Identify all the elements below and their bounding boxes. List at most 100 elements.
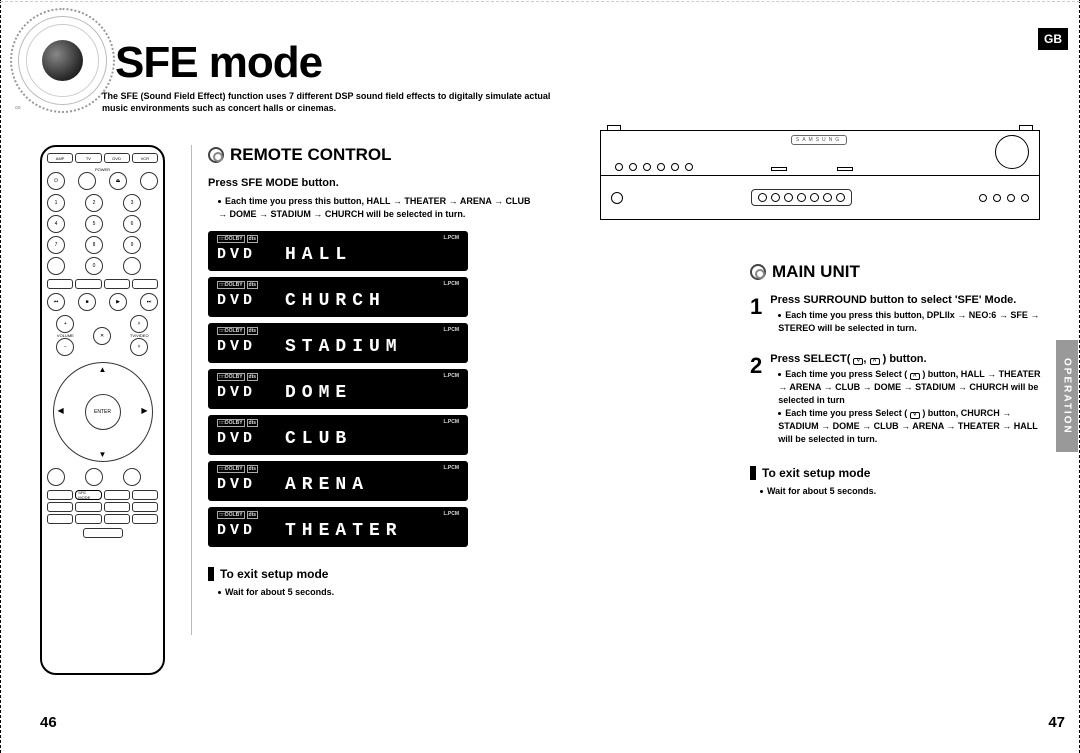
remote-btn-exit (85, 468, 103, 486)
unit-jack-1 (979, 194, 987, 202)
s2-key: SELECT (803, 353, 846, 365)
lpcm-label: L.PCM (443, 327, 459, 335)
s2b2-prefix: Each time you press Select ( (785, 408, 910, 418)
remote-num-8: 8 (85, 236, 103, 254)
step-2: 2 Press SELECT( ˅, ˄ ) button. Each time… (750, 353, 1050, 446)
step2-body-down: Each time you press Select ( ˅ ) button,… (778, 407, 1050, 446)
lcd-prefix: DVD (217, 519, 275, 543)
page-title: SFE mode (115, 38, 322, 88)
unit-jack-4 (1021, 194, 1029, 202)
page-number-right: 47 (1048, 714, 1065, 731)
remote-exit-heading: To exit setup mode (208, 567, 538, 581)
bullet-dot-icon (778, 373, 781, 376)
step2-heading: Press SELECT( ˅, ˄ ) button. (770, 353, 1050, 365)
remote-vol-up: + (56, 315, 74, 333)
remote-ch-up: ˄ (130, 315, 148, 333)
remote-btn-amp: AMP (47, 153, 73, 163)
lcd-stadium: □□DOLBYdtsL.PCM DVDSTADIUM (208, 323, 468, 363)
lcd-prefix: DVD (217, 289, 275, 313)
lcd-text: CHURCH (285, 289, 459, 313)
main-unit-heading: MAIN UNIT (750, 262, 1050, 282)
bullet-dot-icon (218, 200, 221, 203)
remote-btn-row3-d (132, 514, 158, 524)
bullet-dot-icon (760, 490, 763, 493)
remote-btn-row2-b (75, 502, 101, 512)
dpad-up-icon: ▲ (99, 365, 107, 374)
chevron-up-icon: ˄ (870, 358, 880, 365)
lcd-church: □□DOLBYdtsL.PCM DVDCHURCH (208, 277, 468, 317)
s1-prefix: Press (770, 294, 803, 306)
unit-bottom-panel (600, 175, 1040, 220)
remote-num-6: 6 (123, 215, 141, 233)
unit-brand-label: SAMSUNG (791, 135, 847, 145)
dpad-right-icon: ▶ (141, 406, 147, 415)
lcd-prefix: DVD (217, 427, 275, 451)
remote-vol-down: − (56, 338, 74, 356)
remote-num-3: 3 (123, 194, 141, 212)
lcd-text: DOME (285, 381, 459, 405)
unit-top-panel: SAMSUNG (600, 130, 1040, 175)
language-badge: GB (1038, 28, 1068, 50)
mainunit-exit-heading: To exit setup mode (750, 466, 1050, 480)
bullet-dot-icon (778, 412, 781, 415)
remote-btn-row2-d (132, 502, 158, 512)
remote-btn-tx (83, 528, 123, 538)
chevron-up-icon: ˄ (910, 373, 920, 380)
s2-suffix: ) button. (880, 353, 927, 365)
step-1: 1 Press SURROUND button to select 'SFE' … (750, 294, 1050, 335)
speaker-graphic: ∞ (10, 8, 115, 113)
mainunit-exit-note: Wait for about 5 seconds. (760, 486, 1050, 496)
remote-exit-note: Wait for about 5 seconds. (218, 587, 538, 597)
page-subtitle: The SFE (Sound Field Effect) function us… (102, 90, 572, 114)
remote-instruction: Press SFE MODE button. (208, 177, 538, 189)
manual-spread: GB ∞ SFE mode The SFE (Sound Field Effec… (0, 0, 1080, 753)
lcd-club: □□DOLBYdtsL.PCM DVDCLUB (208, 415, 468, 455)
instr-key: SFE MODE (241, 177, 298, 189)
bullet-icon (750, 264, 766, 280)
lpcm-label: L.PCM (443, 281, 459, 289)
step1-heading: Press SURROUND button to select 'SFE' Mo… (770, 294, 1050, 306)
main-unit-heading-text: MAIN UNIT (772, 262, 860, 282)
remote-btn-row3-b (75, 514, 101, 524)
remote-btn-row3-a (47, 514, 73, 524)
remote-btn-dvd-power (78, 172, 96, 190)
lcd-arena: □□DOLBYdtsL.PCM DVDARENA (208, 461, 468, 501)
unit-power-button (611, 192, 623, 204)
remote-btn-next: ⏭ (140, 293, 158, 311)
remote-num-1: 1 (47, 194, 65, 212)
lcd-text: HALL (285, 243, 459, 267)
lcd-text: THEATER (285, 519, 459, 543)
bullet-dot-icon (778, 314, 781, 317)
mainunit-exit-note-text: Wait for about 5 seconds. (767, 486, 876, 496)
remote-source-row: AMP TV DVD VCR (47, 153, 158, 163)
remote-btn-row2-c (104, 502, 130, 512)
lcd-prefix: DVD (217, 335, 275, 359)
remote-num-5: 5 (85, 215, 103, 233)
lcd-text: STADIUM (285, 335, 459, 359)
remote-ch-down: ˅ (130, 338, 148, 356)
page-number-left: 46 (40, 714, 57, 731)
bullet-dot-icon (218, 591, 221, 594)
remote-num-2: 2 (85, 194, 103, 212)
lpcm-label: L.PCM (443, 419, 459, 427)
column-divider (191, 145, 192, 635)
lcd-hall: □□DOLBYdtsL.PCM DVDHALL (208, 231, 468, 271)
remote-btn-info (47, 468, 65, 486)
remote-bullet: Each time you press this button, HALL → … (218, 195, 538, 221)
remote-num-7: 7 (47, 236, 65, 254)
remote-btn-row3-c (104, 514, 130, 524)
chevron-down-icon: ˅ (853, 358, 863, 365)
s2-mid: ( (847, 353, 854, 365)
remote-btn-row1-d (132, 490, 158, 500)
dpad-left-icon: ◀ (58, 406, 64, 415)
remote-btn-a (47, 279, 73, 289)
remote-btn-memory (123, 468, 141, 486)
instr-suffix: button. (298, 177, 338, 189)
remote-btn-enter: ENTER (85, 394, 121, 430)
s2-prefix: Press (770, 353, 803, 365)
lcd-dome: □□DOLBYdtsL.PCM DVDDOME (208, 369, 468, 409)
lpcm-label: L.PCM (443, 373, 459, 381)
remote-btn-stop: ■ (78, 293, 96, 311)
s2-sep: , (863, 353, 869, 365)
remote-btn-mute: ✕ (93, 327, 111, 345)
